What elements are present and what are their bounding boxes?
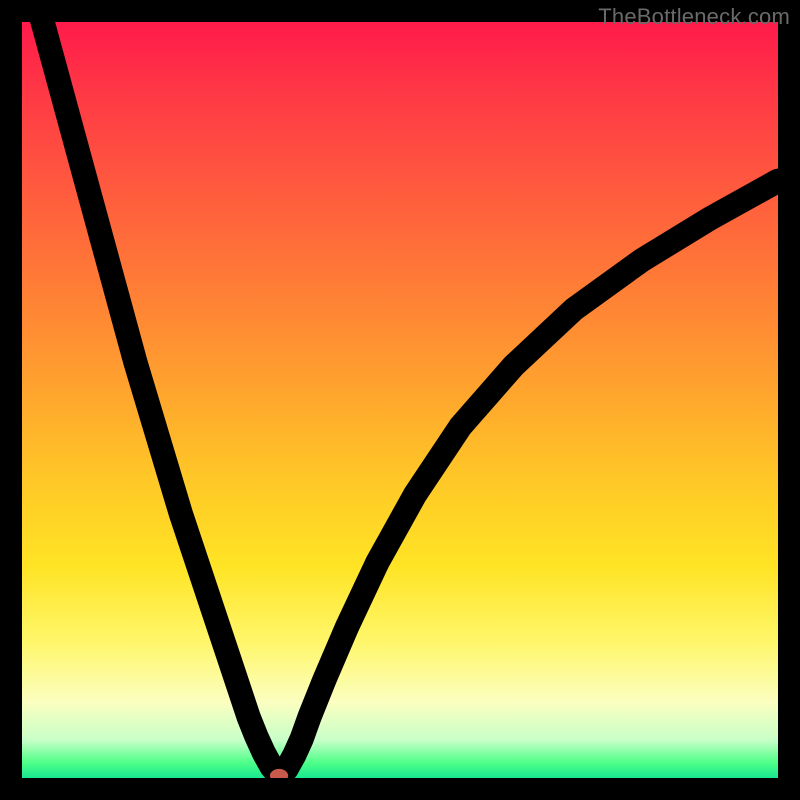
chart-svg — [22, 22, 778, 778]
watermark-text: TheBottleneck.com — [598, 4, 790, 30]
chart-frame: TheBottleneck.com — [0, 0, 800, 800]
bottleneck-curve — [22, 22, 778, 776]
plot-area — [22, 22, 778, 778]
